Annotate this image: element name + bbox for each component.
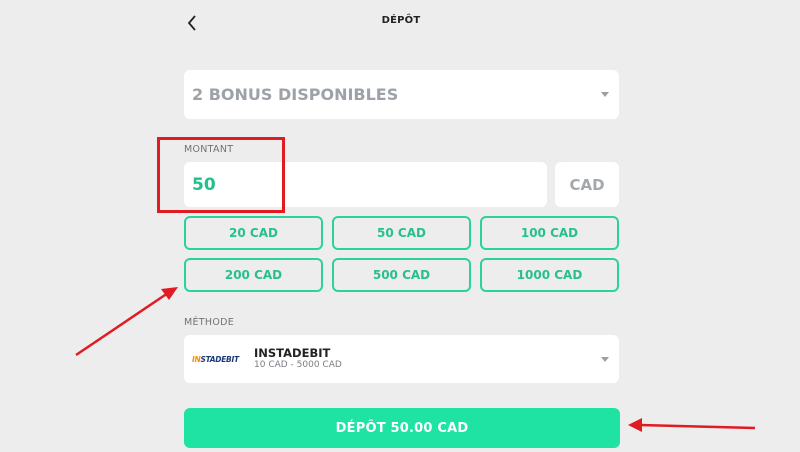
quick-amount-50[interactable]: 50 CAD [332, 216, 471, 250]
method-info: INSTADEBIT 10 CAD - 5000 CAD [254, 347, 601, 372]
deposit-submit-button[interactable]: DÉPÔT 50.00 CAD [184, 408, 620, 448]
quick-amount-1000[interactable]: 1000 CAD [480, 258, 619, 292]
chevron-left-icon [187, 15, 196, 31]
currency-display: CAD [555, 162, 619, 207]
back-button[interactable] [183, 13, 201, 33]
quick-amount-20[interactable]: 20 CAD [184, 216, 323, 250]
quick-amount-200[interactable]: 200 CAD [184, 258, 323, 292]
method-name: INSTADEBIT [254, 345, 331, 360]
quick-amount-100[interactable]: 100 CAD [480, 216, 619, 250]
method-range: 10 CAD - 5000 CAD [254, 360, 342, 371]
arrow-to-submit-icon [628, 418, 756, 432]
instadebit-logo: INSTADEBIT [192, 354, 239, 364]
highlight-box [157, 137, 285, 213]
arrow-to-quick-amounts-icon [75, 287, 178, 357]
chevron-down-icon [601, 92, 609, 97]
method-label: MÉTHODE [184, 317, 235, 328]
page-title: DÉPÔT [381, 15, 421, 26]
chevron-down-icon [601, 356, 609, 362]
bonus-select-label: 2 BONUS DISPONIBLES [192, 85, 399, 104]
payment-method-select[interactable]: INSTADEBIT INSTADEBIT 10 CAD - 5000 CAD [184, 335, 619, 383]
quick-amount-500[interactable]: 500 CAD [332, 258, 471, 292]
bonus-select[interactable]: 2 BONUS DISPONIBLES [184, 70, 619, 119]
